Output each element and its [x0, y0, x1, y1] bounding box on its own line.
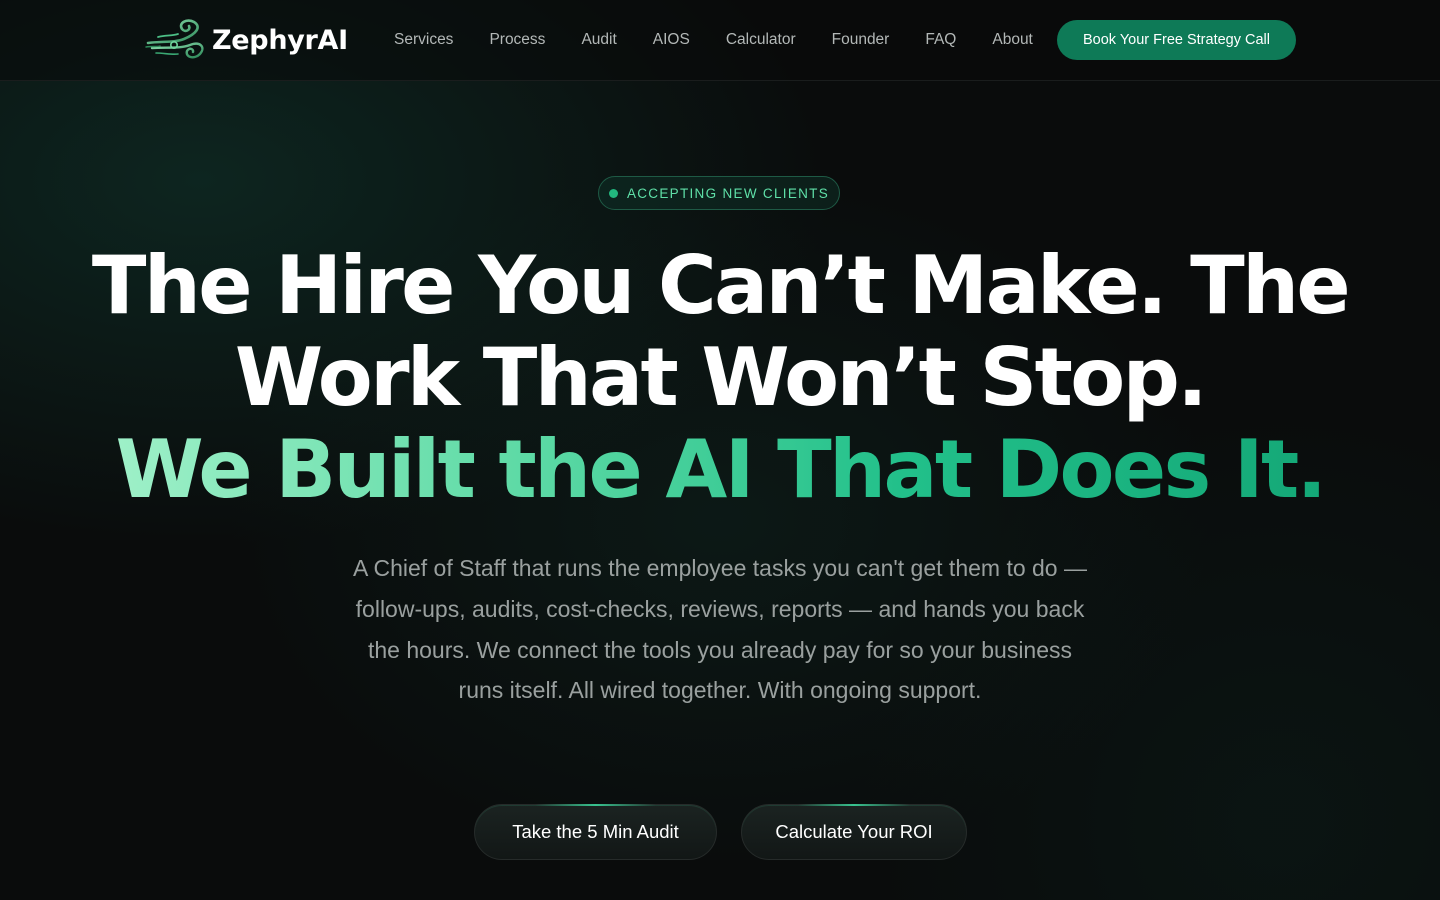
- landing-page: ZephyrAI Services Process Audit AIOS Cal…: [0, 0, 1440, 900]
- status-dot-icon: [608, 188, 618, 198]
- nav-item-about[interactable]: About: [992, 31, 1033, 49]
- nav-item-process[interactable]: Process: [489, 31, 545, 49]
- headline-line-1: The Hire You Can’t Make. The: [91, 239, 1351, 332]
- main-nav: Services Process Audit AIOS Calculator F…: [394, 28, 1033, 52]
- brand-name: ZephyrAI: [212, 24, 348, 56]
- site-header: ZephyrAI Services Process Audit AIOS Cal…: [0, 0, 1440, 81]
- nav-item-audit[interactable]: Audit: [581, 31, 616, 49]
- wind-swirl-logo-icon: [145, 19, 204, 59]
- brand-logo[interactable]: ZephyrAI: [144, 16, 348, 64]
- status-badge-label: ACCEPTING NEW CLIENTS: [626, 185, 830, 201]
- headline-accent-line: We Built the AI That Does It.: [115, 423, 1328, 516]
- nav-item-calculator[interactable]: Calculator: [726, 31, 796, 49]
- nav-item-aios[interactable]: AIOS: [653, 31, 690, 49]
- book-strategy-call-button[interactable]: Book Your Free Strategy Call: [1057, 20, 1296, 60]
- status-badge: ACCEPTING NEW CLIENTS: [598, 176, 840, 210]
- nav-item-faq[interactable]: FAQ: [925, 31, 956, 49]
- nav-item-founder[interactable]: Founder: [832, 31, 890, 49]
- headline-line-2: Work That Won’t Stop.: [234, 331, 1208, 424]
- hero-description: A Chief of Staff that runs the employee …: [353, 555, 1087, 704]
- nav-item-services[interactable]: Services: [394, 31, 453, 49]
- take-audit-button[interactable]: Take the 5 Min Audit: [474, 804, 717, 860]
- hero-headline: The Hire You Can’t Make. The Work That W…: [0, 240, 1440, 516]
- calculate-roi-button[interactable]: Calculate Your ROI: [741, 804, 967, 860]
